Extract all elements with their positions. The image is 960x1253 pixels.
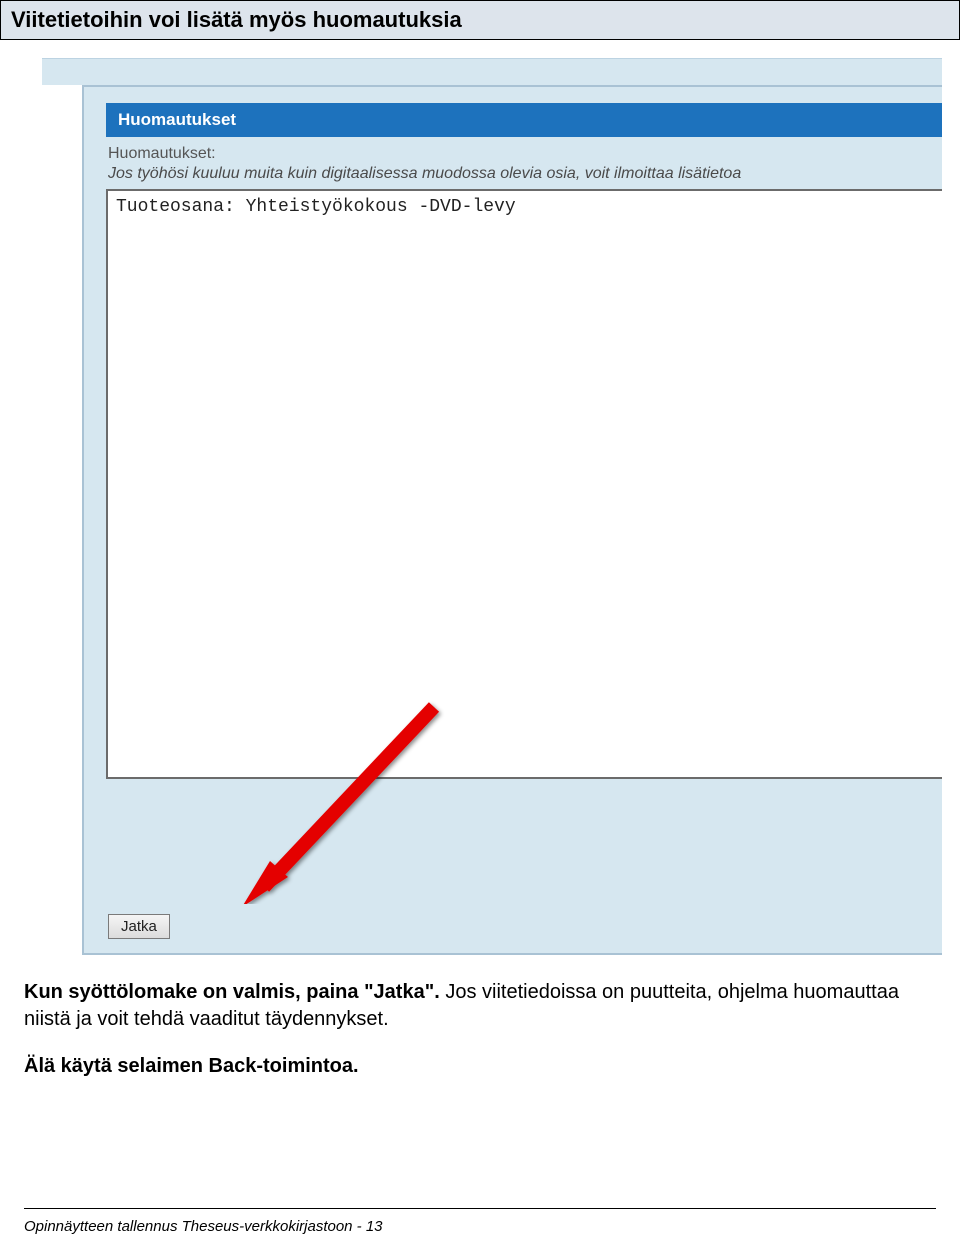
screenshot-outer-frame xyxy=(42,58,942,85)
title-box: Viitetietoihin voi lisätä myös huomautuk… xyxy=(0,0,960,40)
page-title: Viitetietoihin voi lisätä myös huomautuk… xyxy=(11,7,949,33)
field-help-text: Jos työhösi kuuluu muita kuin digitaalis… xyxy=(106,165,942,183)
form-panel: Huomautukset Huomautukset: Jos työhösi k… xyxy=(82,85,942,955)
footer-divider xyxy=(24,1208,936,1209)
screenshot-region: Huomautukset Huomautukset: Jos työhösi k… xyxy=(42,58,942,955)
p1-bold: Kun syöttölomake on valmis, paina "Jatka… xyxy=(24,981,440,1003)
section-header-huomautukset: Huomautukset xyxy=(106,103,942,137)
document-page: Viitetietoihin voi lisätä myös huomautuk… xyxy=(0,0,960,1253)
paragraph-2: Älä käytä selaimen Back-toimintoa. xyxy=(24,1053,950,1080)
remarks-textarea[interactable]: Tuoteosana: Yhteistyökokous -DVD-levy xyxy=(106,189,942,779)
footer-text: Opinnäytteen tallennus Theseus-verkkokir… xyxy=(24,1218,383,1235)
continue-button[interactable]: Jatka xyxy=(108,914,170,939)
paragraph-1: Kun syöttölomake on valmis, paina "Jatka… xyxy=(24,979,950,1033)
field-label: Huomautukset: xyxy=(106,145,942,163)
body-text: Kun syöttölomake on valmis, paina "Jatka… xyxy=(24,979,950,1080)
form-bottom-bar: Jatka xyxy=(82,904,940,955)
